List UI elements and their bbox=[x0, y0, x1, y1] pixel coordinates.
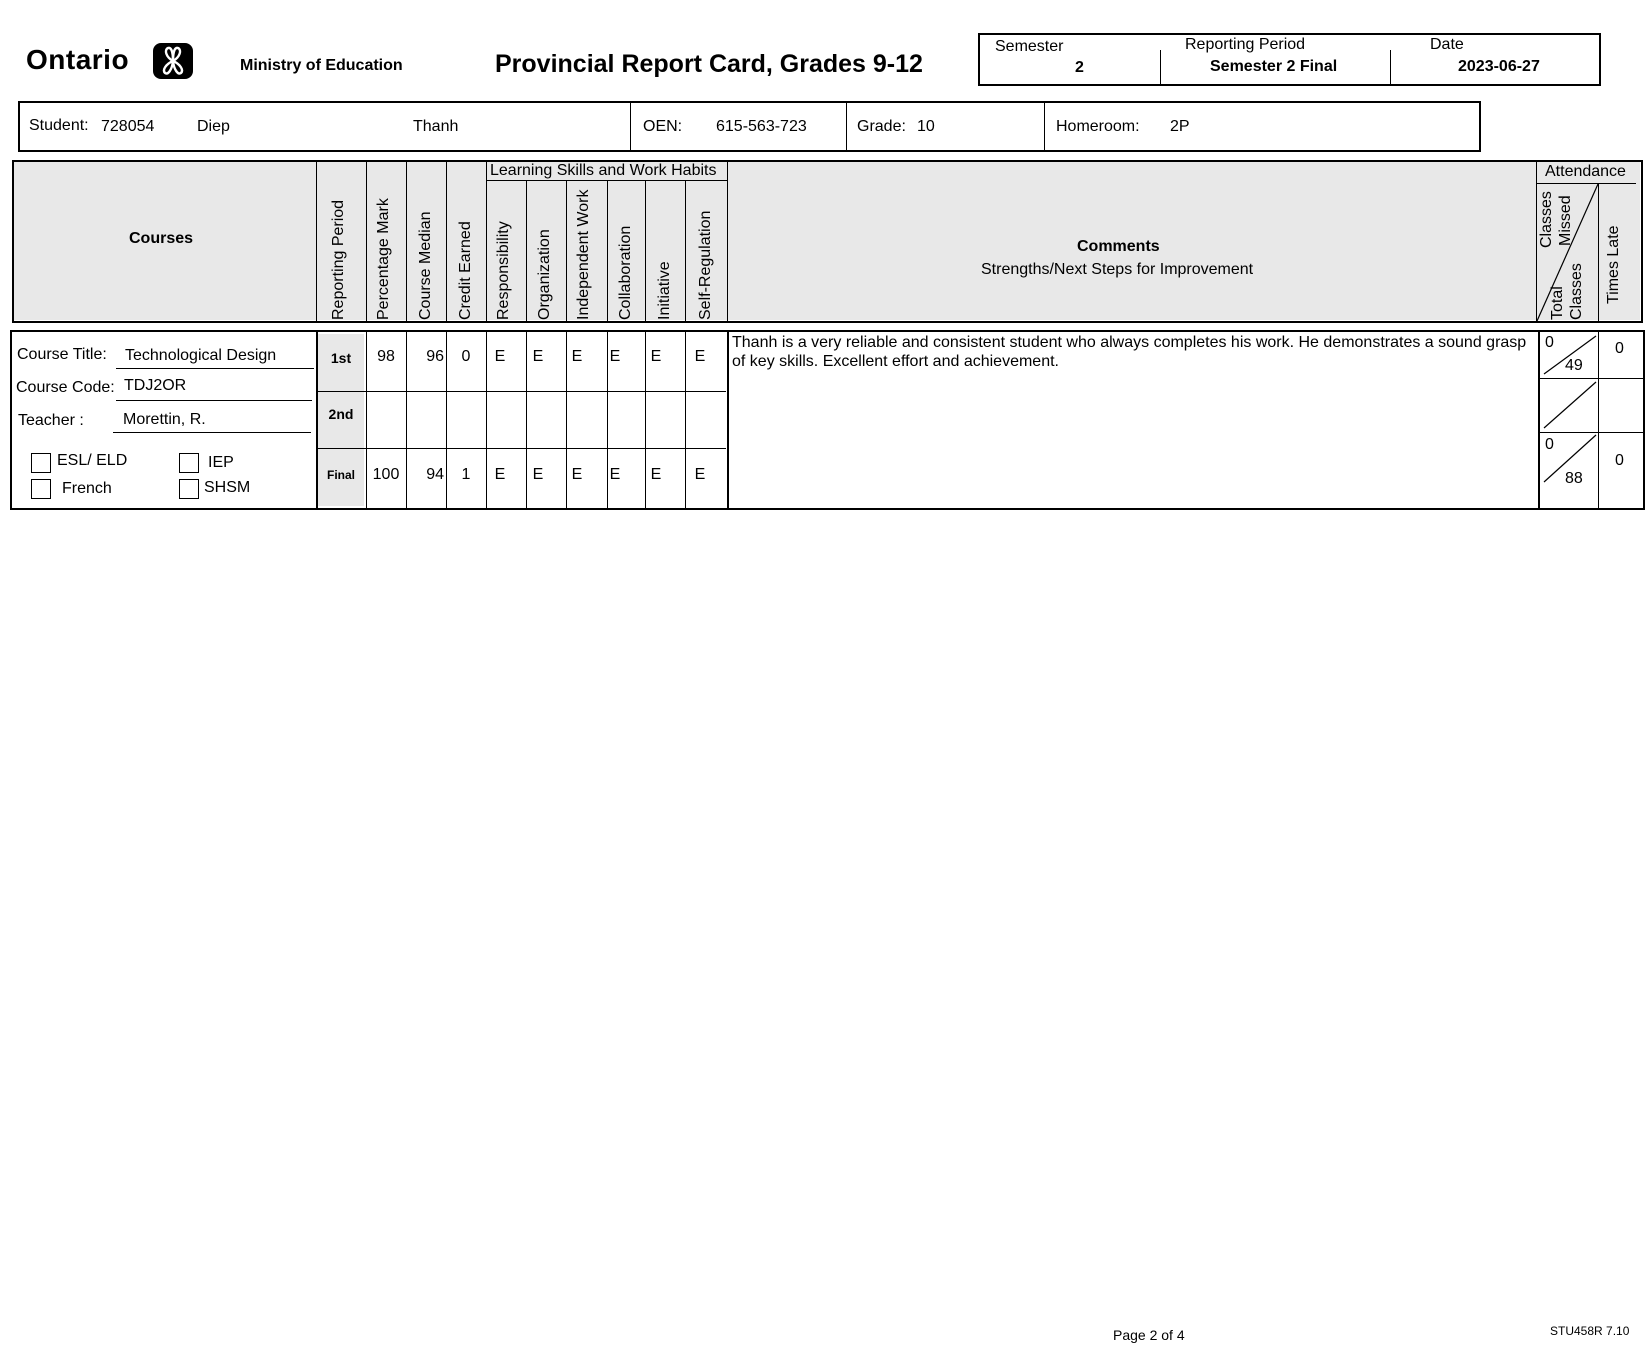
skill-1st-initiative: E bbox=[650, 348, 662, 365]
total-classes-header-2: Classes bbox=[1568, 263, 1585, 320]
trillium-icon bbox=[153, 43, 193, 79]
skill-final-organization: E bbox=[532, 466, 544, 483]
iep-label: IEP bbox=[208, 454, 234, 471]
teacher-label: Teacher : bbox=[18, 412, 84, 429]
course-median-header: Course Median bbox=[417, 211, 434, 321]
teacher-value: Morettin, R. bbox=[123, 411, 206, 428]
missed-final: 0 bbox=[1545, 436, 1554, 453]
skill-final-independent: E bbox=[571, 466, 583, 483]
skill-1st-collaboration: E bbox=[609, 348, 621, 365]
ontario-wordmark: Ontario bbox=[26, 44, 130, 75]
skill-1st-independent: E bbox=[571, 348, 583, 365]
shsm-label: SHSM bbox=[204, 479, 251, 496]
skill-header-initiative: Initiative bbox=[656, 261, 673, 320]
mark-1st: 98 bbox=[377, 348, 395, 365]
student-number: 728054 bbox=[101, 118, 155, 135]
esl-eld-checkbox[interactable] bbox=[31, 453, 51, 473]
ontario-logo: Ontario bbox=[26, 42, 198, 82]
page-title: Provincial Report Card, Grades 9-12 bbox=[495, 50, 923, 78]
credit-earned-header: Credit Earned bbox=[457, 221, 474, 320]
late-1st: 0 bbox=[1615, 340, 1624, 357]
total-1st: 49 bbox=[1565, 357, 1583, 374]
credit-final: 1 bbox=[461, 466, 471, 483]
skill-final-initiative: E bbox=[650, 466, 662, 483]
skill-1st-responsibility: E bbox=[494, 348, 506, 365]
period-1st: 1st bbox=[330, 350, 352, 366]
reporting-period-header: Reporting Period bbox=[330, 199, 347, 320]
student-first-name: Thanh bbox=[413, 118, 459, 135]
percentage-mark-header: Percentage Mark bbox=[375, 198, 392, 320]
semester-value: 2 bbox=[1075, 59, 1084, 76]
courses-header: Courses bbox=[129, 230, 194, 247]
ministry-label: Ministry of Education bbox=[240, 57, 403, 74]
skill-header-independent-work: Independent Work bbox=[575, 189, 592, 320]
period-final: Final bbox=[326, 468, 355, 482]
comments-header: Comments bbox=[1077, 238, 1160, 255]
skill-header-self-regulation: Self-Regulation bbox=[697, 210, 714, 320]
homeroom-value: 2P bbox=[1170, 118, 1190, 135]
student-last-name: Diep bbox=[197, 118, 230, 135]
total-final: 88 bbox=[1565, 470, 1583, 487]
classes-missed-header-2: Missed bbox=[1557, 195, 1574, 246]
course-title-value: Technological Design bbox=[125, 347, 277, 364]
skill-final-responsibility: E bbox=[494, 466, 506, 483]
semester-label: Semester bbox=[995, 38, 1064, 55]
skill-1st-self-regulation: E bbox=[694, 348, 706, 365]
table-header bbox=[12, 160, 1643, 323]
mark-final: 100 bbox=[372, 466, 400, 483]
form-id: STU458R 7.10 bbox=[1550, 1324, 1630, 1338]
shsm-checkbox[interactable] bbox=[179, 479, 199, 499]
classes-missed-header-1: Classes bbox=[1538, 191, 1555, 248]
period-2nd: 2nd bbox=[328, 406, 354, 422]
missed-1st: 0 bbox=[1545, 334, 1554, 351]
homeroom-label: Homeroom: bbox=[1056, 118, 1140, 135]
learning-skills-header: Learning Skills and Work Habits bbox=[490, 162, 717, 179]
total-classes-header-1: Total bbox=[1549, 286, 1566, 320]
skill-final-collaboration: E bbox=[609, 466, 621, 483]
reporting-period-label: Reporting Period bbox=[1185, 36, 1306, 53]
skill-header-organization: Organization bbox=[536, 229, 553, 320]
date-value: 2023-06-27 bbox=[1458, 58, 1540, 75]
date-label: Date bbox=[1430, 36, 1464, 53]
french-checkbox[interactable] bbox=[31, 479, 51, 499]
median-final: 94 bbox=[426, 466, 444, 483]
credit-1st: 0 bbox=[461, 348, 471, 365]
course-title-label: Course Title: bbox=[17, 346, 107, 363]
late-final: 0 bbox=[1615, 452, 1624, 469]
oen-value: 615-563-723 bbox=[716, 118, 807, 135]
reporting-period-value: Semester 2 Final bbox=[1210, 58, 1338, 75]
attendance-header: Attendance bbox=[1545, 163, 1626, 180]
grade-label: Grade: bbox=[857, 118, 906, 135]
course-code-label: Course Code: bbox=[16, 379, 115, 396]
esl-eld-label: ESL/ ELD bbox=[57, 452, 128, 469]
course-comment: Thanh is a very reliable and consistent … bbox=[732, 334, 1527, 370]
times-late-header: Times Late bbox=[1605, 225, 1622, 304]
course-code-value: TDJ2OR bbox=[124, 377, 187, 394]
grade-value: 10 bbox=[917, 118, 935, 135]
student-label: Student: bbox=[29, 117, 89, 134]
median-1st: 96 bbox=[426, 348, 444, 365]
skill-final-self-regulation: E bbox=[694, 466, 706, 483]
oen-label: OEN: bbox=[643, 118, 683, 135]
page-number: Page 2 of 4 bbox=[1113, 1327, 1185, 1343]
french-label: French bbox=[62, 480, 112, 497]
comments-subheader: Strengths/Next Steps for Improvement bbox=[981, 261, 1254, 278]
skill-header-responsibility: Responsibility bbox=[495, 221, 512, 320]
skill-header-collaboration: Collaboration bbox=[617, 225, 634, 320]
skill-1st-organization: E bbox=[532, 348, 544, 365]
iep-checkbox[interactable] bbox=[179, 453, 199, 473]
